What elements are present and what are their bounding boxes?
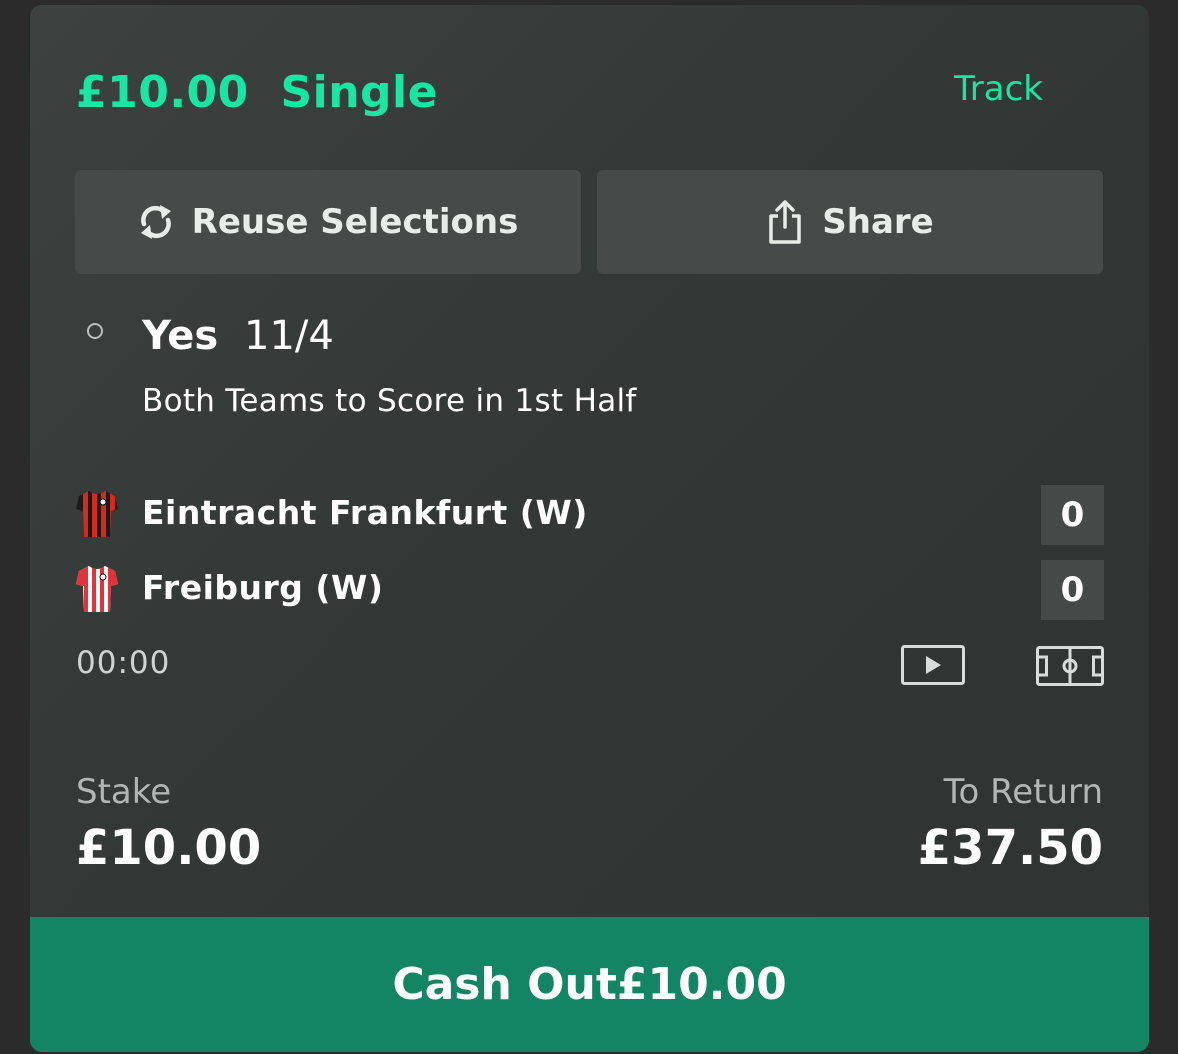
bet-type: Single <box>280 67 438 118</box>
red-black-striped-shirt-icon <box>75 489 119 543</box>
home-team-name: Eintracht Frankfurt (W) <box>142 493 588 532</box>
reuse-selections-label: Reuse Selections <box>191 202 519 242</box>
away-team-name: Freiburg (W) <box>142 568 384 607</box>
match-clock: 00:00 <box>76 645 171 681</box>
cash-out-label: Cash Out <box>392 959 617 1010</box>
away-team-row: Freiburg (W) 0 <box>75 560 1104 620</box>
bet-card: £10.00 Single Track Reuse Selections Sha… <box>30 5 1149 1052</box>
to-return-label: To Return <box>943 772 1103 812</box>
bet-header: £10.00 Single <box>76 67 438 118</box>
home-team-score: 0 <box>1041 485 1104 545</box>
share-icon <box>766 199 804 245</box>
pitch-icon[interactable] <box>1036 646 1104 690</box>
selection-status-icon <box>87 323 103 339</box>
to-return-value: £37.50 <box>917 820 1103 876</box>
cash-out-amount: £10.00 <box>616 959 787 1010</box>
market-name: Both Teams to Score in 1st Half <box>142 383 637 419</box>
cash-out-button[interactable]: Cash Out £10.00 <box>30 917 1149 1052</box>
home-team-row: Eintracht Frankfurt (W) 0 <box>75 485 1104 545</box>
share-button[interactable]: Share <box>597 170 1103 274</box>
play-stream-icon[interactable] <box>901 645 965 689</box>
stake-label: Stake <box>76 772 172 812</box>
selection-odds: 11/4 <box>244 313 334 359</box>
away-team-score: 0 <box>1041 560 1104 620</box>
refresh-icon <box>138 202 174 242</box>
share-label: Share <box>822 202 934 242</box>
red-white-striped-shirt-icon <box>75 564 119 618</box>
bet-amount: £10.00 <box>76 67 249 118</box>
stake-value: £10.00 <box>76 820 262 876</box>
selection-name: Yes <box>142 313 219 359</box>
track-link[interactable]: Track <box>954 69 1043 109</box>
reuse-selections-button[interactable]: Reuse Selections <box>75 170 581 274</box>
